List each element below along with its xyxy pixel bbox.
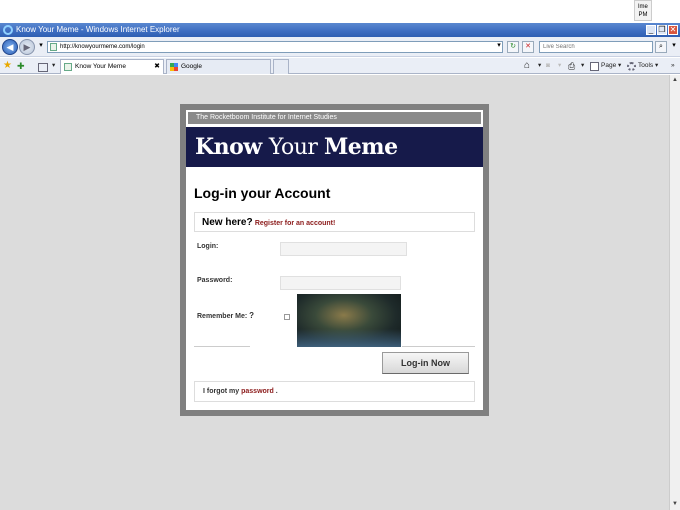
logo-your: Your [268,135,324,160]
internet-explorer-icon [3,25,13,35]
refresh-button[interactable]: ↻ [507,41,519,53]
tab-google[interactable]: Google [166,59,271,74]
vertical-scrollbar[interactable]: ▲ ▼ [669,75,680,510]
print-dropdown-icon[interactable]: ▾ [581,60,584,72]
login-panel: The Rocketboom Institute for Internet St… [186,110,483,410]
minimize-button[interactable]: _ [646,25,656,35]
restore-button[interactable]: ❐ [657,25,667,35]
tab-know-your-meme[interactable]: Know Your Meme ✖ [60,59,164,74]
gear-icon [627,62,636,71]
stop-button[interactable]: ✕ [522,41,534,53]
address-bar[interactable]: http://knowyourmeme.com/login [47,41,503,53]
login-card: The Rocketboom Institute for Internet St… [180,104,489,416]
tab-label: Google [181,63,202,70]
add-favorite-icon[interactable]: ✚ [17,60,25,72]
page-dropdown-icon[interactable]: ▾ [618,60,621,72]
login-button[interactable]: Log-in Now [382,352,469,374]
remember-me-text: Remember Me: [197,313,248,320]
search-options-icon[interactable]: ▾ [668,41,680,53]
overlay-image [297,294,401,347]
page-menu-icon [590,62,599,71]
register-link[interactable]: Register for an account! [255,220,336,227]
address-dropdown-icon[interactable]: ▾ [493,41,505,53]
login-input[interactable] [280,242,407,256]
clock-period: PM [638,12,648,18]
page-title: Log-in your Account [194,185,331,201]
search-icon[interactable]: ⌕ [655,41,667,53]
tab-list-dropdown-icon[interactable]: ▾ [52,60,55,72]
password-label: Password: [197,277,233,284]
quick-tabs-icon[interactable] [38,63,48,72]
history-dropdown-icon[interactable]: ▾ [35,41,47,53]
forward-button[interactable]: ▶ [19,39,35,55]
taskbar-clock: lme PM [634,0,652,21]
feeds-icon[interactable]: ◙ [546,60,550,72]
close-window-button[interactable]: ✕ [668,25,678,35]
scroll-up-icon[interactable]: ▲ [671,76,679,85]
scroll-down-icon[interactable]: ▼ [671,500,679,509]
tools-dropdown-icon[interactable]: ▾ [655,60,658,72]
tabs-row: ★ ✚ ▾ Know Your Meme ✖ Google ⌂ ▾ ◙ ▾ ⎙ … [0,58,680,74]
remember-me-label: Remember Me: ? [197,311,254,320]
forgot-password-box: I forgot my password . [194,381,475,402]
logo-know: Know [195,134,269,160]
google-icon [170,63,178,71]
site-logo[interactable]: Know Your Meme [186,127,483,167]
address-url: http://knowyourmeme.com/login [60,44,145,50]
navigation-bar: ◀ ▶ ▾ http://knowyourmeme.com/login ▾ ↻ … [0,37,680,57]
tools-menu-button[interactable]: Tools [638,60,653,72]
page-menu-button[interactable]: Page [601,60,616,72]
close-tab-icon[interactable]: ✖ [154,60,160,74]
remember-me-checkbox[interactable] [284,314,290,320]
favorites-star-icon[interactable]: ★ [3,60,12,72]
tab-label: Know Your Meme [75,63,126,70]
login-label: Login: [197,243,219,250]
page-icon [50,43,57,51]
forgot-suffix: . [273,388,278,395]
forgot-password-link[interactable]: password [241,388,274,395]
new-here-label: New here? [202,217,253,228]
remember-help-icon[interactable]: ? [249,311,254,320]
window-titlebar: Know Your Meme - Windows Internet Explor… [0,23,680,37]
divider [402,346,475,347]
back-button[interactable]: ◀ [2,39,18,55]
search-input[interactable] [539,41,653,53]
password-input[interactable] [280,276,401,290]
more-commands-icon[interactable]: » [671,60,675,72]
new-here-box: New here? Register for an account! [194,212,475,232]
feeds-dropdown-icon[interactable]: ▾ [558,60,561,72]
home-icon[interactable]: ⌂ [524,60,530,72]
new-tab-button[interactable] [273,59,289,74]
divider [194,346,250,347]
logo-meme: Meme [323,134,398,160]
clock-time: lme [638,4,648,10]
institute-banner: The Rocketboom Institute for Internet St… [186,110,483,126]
forgot-text: I forgot my [203,388,242,395]
window-title: Know Your Meme - Windows Internet Explor… [16,25,180,34]
home-dropdown-icon[interactable]: ▾ [538,60,541,72]
print-icon[interactable]: ⎙ [568,60,575,72]
page-icon [64,63,72,71]
